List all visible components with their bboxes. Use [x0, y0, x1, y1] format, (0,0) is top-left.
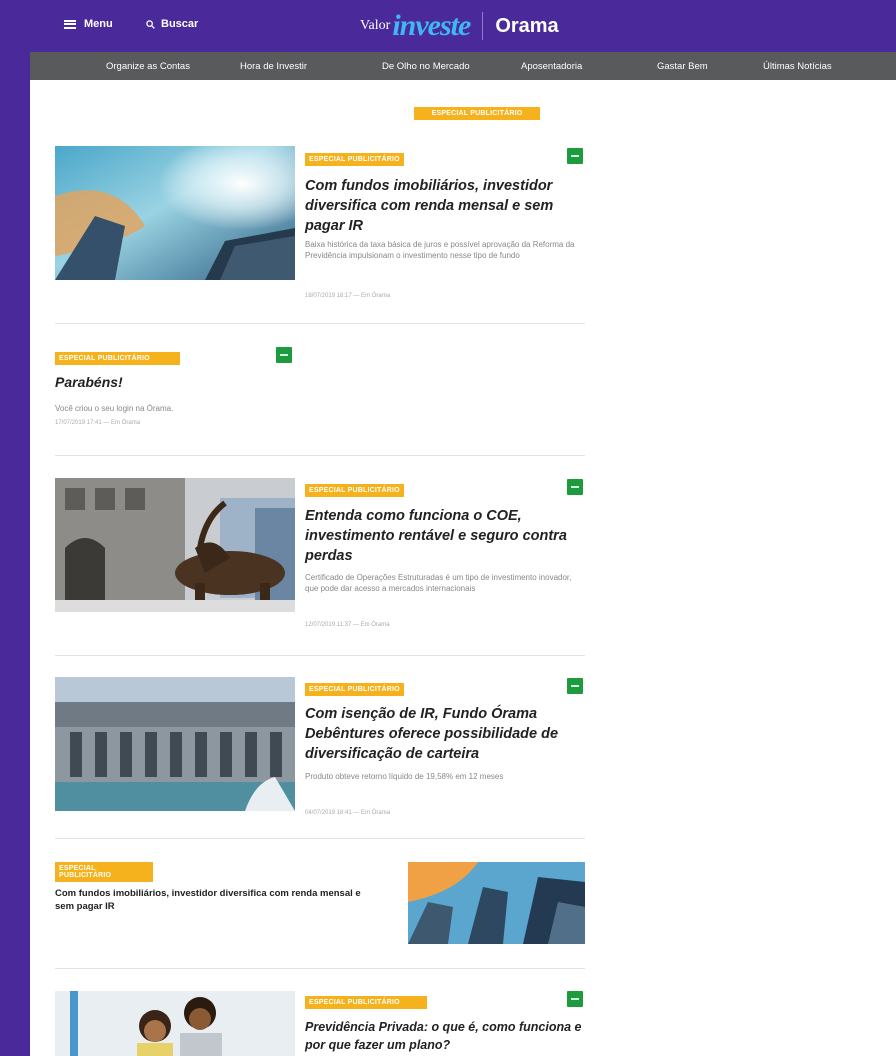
article-meta: 18/07/2019 18:17 — Em Órama [305, 293, 391, 299]
article-tag: ESPECIAL PUBLICITÁRIO [305, 484, 404, 497]
share-badge-icon[interactable] [567, 148, 583, 164]
search-button[interactable]: Buscar [146, 18, 198, 30]
logo-divider [482, 12, 484, 40]
nav-item-mercado[interactable]: De Olho no Mercado [382, 61, 470, 72]
menu-button[interactable]: Menu [64, 18, 113, 30]
article-description: Produto obteve retorno líquido de 19,58%… [305, 772, 504, 781]
share-badge-icon[interactable] [567, 678, 583, 694]
article-thumbnail[interactable] [55, 146, 295, 280]
article-title[interactable]: Entenda como funciona o COE, investiment… [305, 506, 575, 566]
site-logo[interactable]: Valor investe Orama [360, 6, 559, 46]
search-label: Buscar [161, 18, 199, 30]
divider [55, 455, 585, 456]
article-thumbnail[interactable] [55, 478, 295, 612]
article-tag: ESPECIAL PUBLICITÁRIO [305, 153, 404, 166]
article-tag: ESPECIAL PUBLICITÁRIO [55, 862, 153, 882]
couple-photo-image [55, 991, 295, 1056]
nav-item-hora-investir[interactable]: Hora de Investir [240, 61, 307, 72]
section-tag: ESPECIAL PUBLICITÁRIO [414, 107, 540, 120]
article-tag: ESPECIAL PUBLICITÁRIO [305, 996, 427, 1009]
hamburger-icon [64, 19, 76, 29]
article-thumbnail[interactable] [55, 991, 295, 1056]
bull-statue-image [55, 478, 295, 612]
article-meta: 04/07/2019 18:41 — Em Órama [305, 810, 391, 816]
article-thumbnail[interactable] [408, 862, 585, 944]
article-description: Baixa histórica da taxa básica de juros … [305, 240, 575, 260]
search-icon [146, 19, 155, 29]
article-title[interactable]: Previdência Privada: o que é, como funci… [305, 1018, 585, 1054]
divider [55, 838, 585, 839]
share-badge-icon[interactable] [276, 347, 292, 363]
dam-image [55, 677, 295, 811]
skyscraper-sky-image [408, 862, 585, 944]
divider [55, 655, 585, 656]
divider [55, 323, 585, 324]
site-header: Menu Buscar Valor investe Orama [0, 0, 896, 52]
article-description: Você criou o seu login na Órama. [55, 404, 174, 413]
article-title[interactable]: Parabéns! [55, 374, 123, 390]
article-tag: ESPECIAL PUBLICITÁRIO [55, 352, 180, 365]
article-thumbnail[interactable] [55, 677, 295, 811]
category-nav: Organize as Contas Hora de Investir De O… [30, 52, 896, 80]
article-title[interactable]: Com fundos imobiliários, investidor dive… [305, 176, 585, 236]
logo-investe: investe [392, 9, 471, 42]
article-title[interactable]: Com isenção de IR, Fundo Órama Debênture… [305, 704, 585, 764]
nav-item-aposentadoria[interactable]: Aposentadoria [521, 61, 582, 72]
article-description: Certificado de Operações Estruturadas é … [305, 573, 572, 593]
nav-item-ultimas[interactable]: Últimas Notícias [763, 61, 832, 72]
share-badge-icon[interactable] [567, 991, 583, 1007]
article-meta: 12/07/2019 11:37 — Em Órama [305, 622, 390, 628]
nav-item-organize[interactable]: Organize as Contas [106, 61, 190, 72]
article-meta: 17/07/2019 17:41 — Em Órama [55, 420, 141, 426]
article-tag: ESPECIAL PUBLICITÁRIO [305, 683, 404, 696]
logo-orama: Orama [495, 14, 559, 37]
share-badge-icon[interactable] [567, 479, 583, 495]
article-title[interactable]: Com fundos imobiliários, investidor dive… [55, 887, 380, 913]
logo-valor: Valor [360, 18, 391, 33]
nav-item-gastar-bem[interactable]: Gastar Bem [657, 61, 708, 72]
divider [55, 968, 585, 969]
skyscraper-sky-image [55, 146, 295, 280]
menu-label: Menu [84, 18, 113, 30]
